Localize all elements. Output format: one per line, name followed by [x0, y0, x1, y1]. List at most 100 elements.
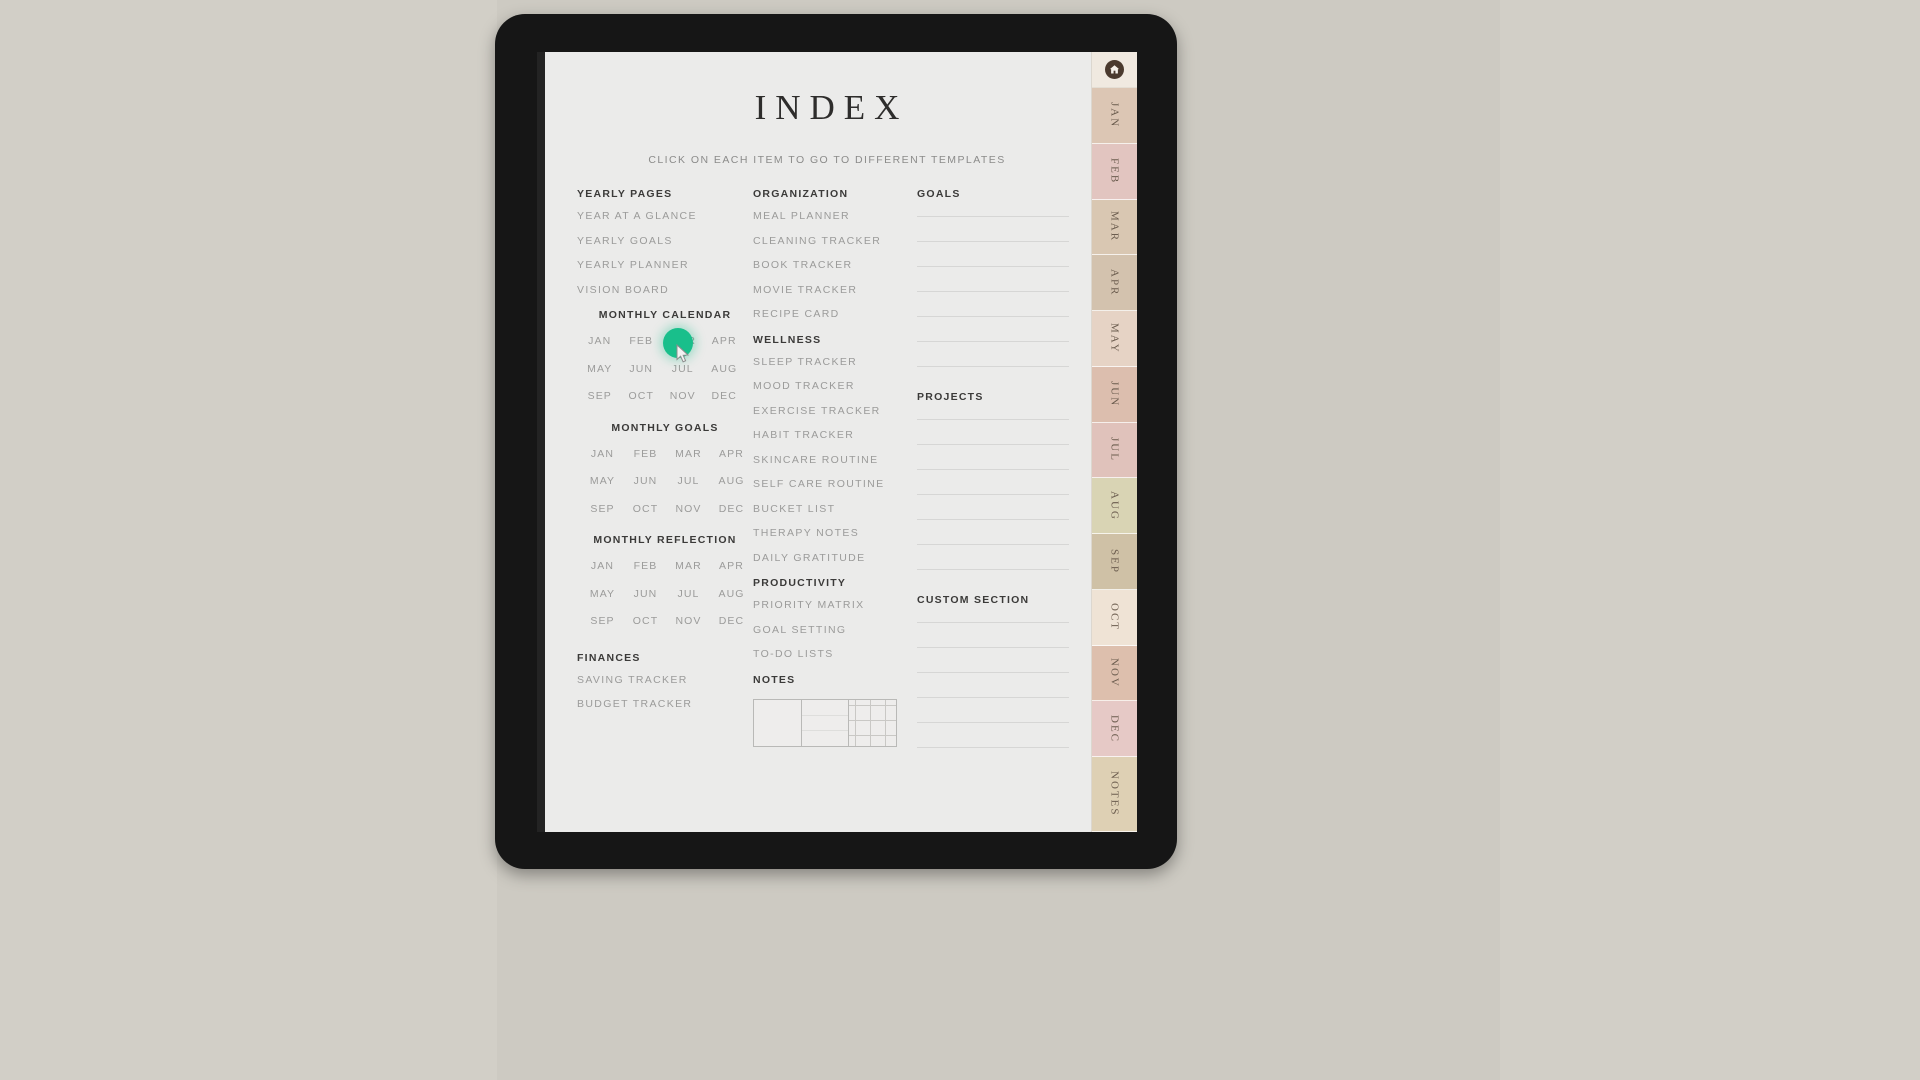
- write-line: [917, 316, 1069, 317]
- tab-jul[interactable]: JUL: [1092, 422, 1137, 479]
- link-cleaning-tracker[interactable]: CLEANING TRACKER: [753, 235, 917, 247]
- page-title: INDEX: [754, 88, 909, 127]
- goals-write-lines[interactable]: [917, 216, 1081, 367]
- custom-section-write-lines[interactable]: [917, 622, 1081, 748]
- month-cal-nov[interactable]: NOV: [662, 391, 704, 402]
- month-goal-jan[interactable]: JAN: [581, 448, 624, 460]
- tab-mar[interactable]: MAR: [1092, 199, 1137, 256]
- link-priority-matrix[interactable]: PRIORITY MATRIX: [753, 600, 917, 611]
- link-yearly-planner[interactable]: YEARLY PLANNER: [577, 260, 753, 271]
- month-refl-nov[interactable]: NOV: [667, 616, 710, 627]
- write-line: [917, 216, 1069, 217]
- month-goal-aug[interactable]: AUG: [710, 476, 753, 487]
- tab-may[interactable]: MAY: [1092, 311, 1137, 367]
- section-wellness: WELLNESS SLEEP TRACKER MOOD TRACKER EXER…: [753, 334, 917, 564]
- tab-label: AUG: [1108, 490, 1121, 521]
- month-goal-nov[interactable]: NOV: [667, 503, 710, 515]
- column-middle: ORGANIZATION MEAL PLANNER CLEANING TRACK…: [753, 188, 917, 772]
- link-daily-gratitude[interactable]: DAILY GRATITUDE: [753, 552, 917, 564]
- tab-home[interactable]: [1092, 52, 1137, 88]
- link-to-do-lists[interactable]: TO-DO LISTS: [753, 649, 917, 660]
- monthly-calendar-month-grid: JAN FEB MAR APR MAY JUN JUL AUG SEP OCT: [579, 336, 745, 402]
- month-cal-may[interactable]: MAY: [579, 363, 621, 375]
- write-line: [917, 266, 1069, 267]
- notes-template-boxes: [753, 698, 897, 747]
- month-refl-feb[interactable]: FEB: [624, 561, 667, 572]
- link-therapy-notes[interactable]: THERAPY NOTES: [753, 528, 917, 539]
- index-page: INDEX CLICK ON EACH ITEM TO GO TO DIFFER…: [545, 52, 1091, 832]
- tab-dec[interactable]: DEC: [1092, 701, 1137, 757]
- link-self-care-routine[interactable]: SELF CARE ROUTINE: [753, 479, 917, 490]
- tab-nov[interactable]: NOV: [1092, 645, 1137, 702]
- month-refl-jun[interactable]: JUN: [624, 588, 667, 600]
- tab-label: OCT: [1108, 603, 1121, 632]
- section-productivity: PRODUCTIVITY PRIORITY MATRIX GOAL SETTIN…: [753, 577, 917, 660]
- tab-label: APR: [1108, 268, 1121, 297]
- link-saving-tracker[interactable]: SAVING TRACKER: [577, 674, 753, 686]
- month-refl-dec[interactable]: DEC: [710, 616, 753, 627]
- link-sleep-tracker[interactable]: SLEEP TRACKER: [753, 356, 917, 368]
- month-cal-feb[interactable]: FEB: [621, 336, 663, 347]
- month-goal-sep[interactable]: SEP: [581, 503, 624, 515]
- notes-box-lined[interactable]: [801, 699, 850, 746]
- tab-notes[interactable]: NOTES: [1092, 757, 1137, 832]
- link-yearly-goals[interactable]: YEARLY GOALS: [577, 235, 753, 247]
- notes-box-blank[interactable]: [754, 699, 802, 746]
- tab-jan[interactable]: JAN: [1092, 88, 1137, 144]
- link-vision-board[interactable]: VISION BOARD: [577, 284, 753, 296]
- link-budget-tracker[interactable]: BUDGET TRACKER: [577, 699, 753, 710]
- month-goal-mar[interactable]: MAR: [667, 448, 710, 460]
- link-year-at-a-glance[interactable]: YEAR AT A GLANCE: [577, 211, 753, 222]
- finances-list: SAVING TRACKER BUDGET TRACKER: [577, 674, 753, 710]
- month-cal-jan[interactable]: JAN: [579, 336, 621, 347]
- tab-aug[interactable]: AUG: [1092, 478, 1137, 534]
- link-exercise-tracker[interactable]: EXERCISE TRACKER: [753, 405, 917, 417]
- month-refl-mar[interactable]: MAR: [667, 561, 710, 572]
- month-goal-dec[interactable]: DEC: [710, 503, 753, 515]
- month-goal-jul[interactable]: JUL: [667, 476, 710, 487]
- wellness-list: SLEEP TRACKER MOOD TRACKER EXERCISE TRAC…: [753, 356, 917, 564]
- link-skincare-routine[interactable]: SKINCARE ROUTINE: [753, 454, 917, 466]
- month-cal-sep[interactable]: SEP: [579, 391, 621, 402]
- month-cal-apr[interactable]: APR: [704, 336, 746, 347]
- link-mood-tracker[interactable]: MOOD TRACKER: [753, 381, 917, 392]
- month-refl-aug[interactable]: AUG: [710, 588, 753, 600]
- month-cal-oct[interactable]: OCT: [621, 391, 663, 402]
- tab-jun[interactable]: JUN: [1092, 366, 1137, 423]
- month-goal-oct[interactable]: OCT: [624, 503, 667, 515]
- month-goal-may[interactable]: MAY: [581, 476, 624, 487]
- month-goal-feb[interactable]: FEB: [624, 448, 667, 460]
- link-bucket-list[interactable]: BUCKET LIST: [753, 503, 917, 515]
- projects-write-lines[interactable]: [917, 419, 1081, 570]
- monthly-goals-month-grid: JAN FEB MAR APR MAY JUN JUL AUG SEP OCT: [581, 448, 753, 515]
- link-meal-planner[interactable]: MEAL PLANNER: [753, 211, 917, 222]
- section-heading-productivity: PRODUCTIVITY: [753, 577, 847, 589]
- month-refl-oct[interactable]: OCT: [624, 616, 667, 627]
- screen-left-gutter: [537, 52, 545, 832]
- month-refl-apr[interactable]: APR: [710, 561, 753, 572]
- month-cal-jun[interactable]: JUN: [621, 363, 663, 375]
- month-goal-jun[interactable]: JUN: [624, 476, 667, 487]
- month-cal-aug[interactable]: AUG: [704, 363, 746, 375]
- tab-oct[interactable]: OCT: [1092, 589, 1137, 646]
- tab-sep[interactable]: SEP: [1092, 534, 1137, 590]
- notes-box-grid[interactable]: [849, 699, 897, 746]
- month-goal-apr[interactable]: APR: [710, 448, 753, 460]
- month-refl-may[interactable]: MAY: [581, 588, 624, 600]
- link-movie-tracker[interactable]: MOVIE TRACKER: [753, 284, 917, 296]
- month-refl-jan[interactable]: JAN: [581, 561, 624, 572]
- tab-feb[interactable]: FEB: [1092, 143, 1137, 200]
- link-goal-setting[interactable]: GOAL SETTING: [753, 624, 917, 636]
- link-book-tracker[interactable]: BOOK TRACKER: [753, 260, 917, 271]
- link-habit-tracker[interactable]: HABIT TRACKER: [753, 430, 917, 441]
- month-refl-jul[interactable]: JUL: [667, 588, 710, 600]
- write-line: [917, 544, 1069, 545]
- write-line: [917, 341, 1069, 342]
- month-refl-sep[interactable]: SEP: [581, 616, 624, 627]
- tab-apr[interactable]: APR: [1092, 255, 1137, 311]
- tablet-screen-area: INDEX CLICK ON EACH ITEM TO GO TO DIFFER…: [537, 52, 1137, 832]
- month-cal-dec[interactable]: DEC: [704, 391, 746, 402]
- write-line: [917, 519, 1069, 520]
- section-custom: CUSTOM SECTION: [917, 594, 1081, 748]
- link-recipe-card[interactable]: RECIPE CARD: [753, 309, 917, 320]
